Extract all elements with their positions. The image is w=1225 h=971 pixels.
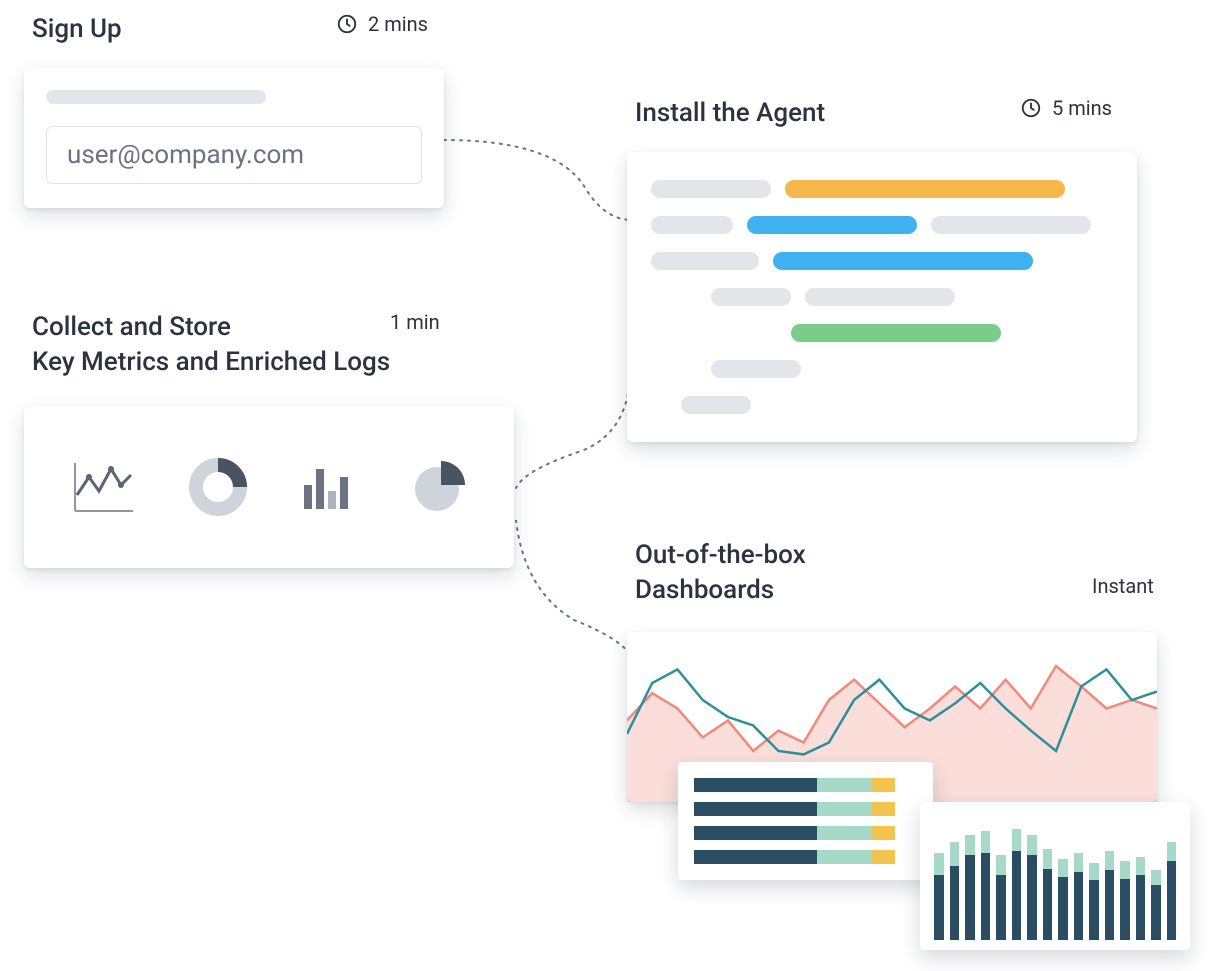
connector-1-2 xyxy=(444,136,634,226)
stacked-bar xyxy=(694,778,917,792)
clock-icon xyxy=(336,13,358,35)
line-chart-icon xyxy=(67,455,139,519)
step-collect-title: Collect and Store Key Metrics and Enrich… xyxy=(32,310,452,380)
step-signup-time: 2 mins xyxy=(336,12,428,36)
install-card xyxy=(627,152,1137,442)
column xyxy=(1043,849,1053,940)
signup-card: user@company.com xyxy=(24,68,444,208)
pie-chart-icon xyxy=(407,455,471,519)
column xyxy=(1167,842,1177,940)
code-bar xyxy=(773,252,1033,270)
donut-chart-icon xyxy=(186,455,250,519)
onboarding-diagram: Sign Up 2 mins user@company.com Install … xyxy=(0,0,1225,971)
column xyxy=(1027,835,1037,940)
field-label-placeholder xyxy=(46,90,266,104)
bar-chart-icon xyxy=(296,455,360,519)
column xyxy=(1058,859,1068,940)
dashboard-hbar-card xyxy=(678,762,933,880)
code-bar xyxy=(651,180,771,198)
code-bar xyxy=(651,252,759,270)
code-bar xyxy=(681,396,751,414)
stacked-bar xyxy=(694,802,917,816)
code-bar xyxy=(651,216,733,234)
column xyxy=(996,855,1006,940)
step-collect-time: 1 min xyxy=(390,310,440,334)
column xyxy=(934,853,944,940)
connector-2-3 xyxy=(514,370,634,490)
column xyxy=(965,835,975,940)
column xyxy=(1074,853,1084,940)
code-bar xyxy=(785,180,1065,198)
column xyxy=(950,842,960,940)
step-signup-title: Sign Up xyxy=(32,12,122,47)
code-bar xyxy=(791,324,1001,342)
code-bar xyxy=(711,288,791,306)
column xyxy=(981,831,991,940)
step-install-time: 5 mins xyxy=(1020,96,1112,120)
dashboard-column-card xyxy=(920,802,1190,950)
code-bar xyxy=(711,360,801,378)
step-dash-title: Out-of-the-box Dashboards xyxy=(635,538,806,608)
column xyxy=(1151,870,1161,940)
column xyxy=(1105,851,1115,940)
step-install-title: Install the Agent xyxy=(635,96,825,131)
stacked-bar xyxy=(694,850,917,864)
stacked-bar xyxy=(694,826,917,840)
column xyxy=(1012,829,1022,940)
clock-icon xyxy=(1020,97,1042,119)
code-bar xyxy=(931,216,1091,234)
code-bar xyxy=(747,216,917,234)
collect-card xyxy=(24,406,514,568)
column xyxy=(1136,857,1146,940)
code-bar xyxy=(805,288,955,306)
column xyxy=(1089,863,1099,940)
email-input[interactable]: user@company.com xyxy=(46,126,422,184)
step-dash-time: Instant xyxy=(1092,574,1154,598)
connector-3-4 xyxy=(514,520,634,660)
column xyxy=(1120,861,1130,940)
